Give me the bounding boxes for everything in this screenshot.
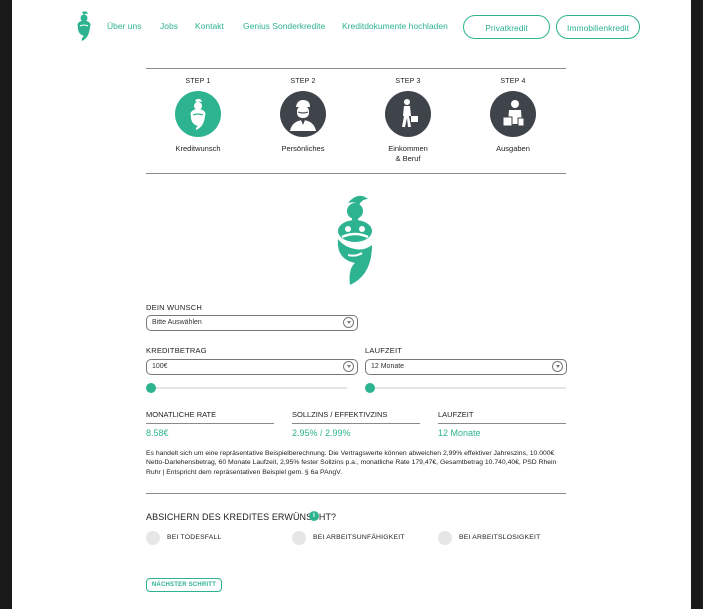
laufzeit-heading: LAUFZEIT bbox=[438, 410, 566, 424]
step-label: STEP 1 bbox=[185, 78, 211, 85]
step-label: STEP 2 bbox=[290, 78, 316, 85]
disclaimer-text: Es handelt sich um eine repräsentative B… bbox=[146, 450, 557, 476]
step-label: STEP 3 bbox=[395, 78, 421, 85]
step-name: Persönliches bbox=[281, 144, 325, 153]
checkbox-circle[interactable] bbox=[438, 531, 452, 545]
step-circle bbox=[385, 91, 431, 137]
checkbox-circle[interactable] bbox=[146, 531, 160, 545]
zins-heading: SOLLZINS / EFFEKTIVZINS bbox=[292, 410, 420, 424]
step-name-line: Einkommen bbox=[388, 144, 428, 153]
divider bbox=[146, 493, 566, 494]
privatkredit-button[interactable]: Privatkredit bbox=[463, 15, 550, 39]
laufzeit-slider-thumb[interactable] bbox=[365, 383, 375, 393]
checkbox-label: BEI ARBEITSLOSIGKEIT bbox=[459, 534, 541, 541]
laufzeit-select[interactable]: 12 Monate bbox=[365, 359, 567, 375]
person-icon bbox=[290, 100, 316, 131]
nav-link-genius-sonderkredite[interactable]: Genius Sonderkredite bbox=[243, 21, 325, 31]
page: Über uns Jobs Kontakt Genius Sonderkredi… bbox=[12, 0, 691, 609]
laufzeit-slider[interactable] bbox=[370, 387, 566, 389]
laufzeit-value: 12 Monate bbox=[438, 428, 481, 438]
monatliche-rate-value: 8.58€ bbox=[146, 428, 169, 438]
kreditbetrag-label: KREDITBETRAG bbox=[146, 346, 207, 355]
genie-icon bbox=[190, 98, 206, 130]
wunsch-select-value: Bitte Auswählen bbox=[152, 319, 202, 326]
checkbox-circle[interactable] bbox=[292, 531, 306, 545]
step-4[interactable]: STEP 4 Ausgaben bbox=[473, 78, 553, 154]
genie-mascot-icon bbox=[337, 195, 372, 285]
kreditbetrag-select-value: 100€ bbox=[152, 363, 168, 370]
monatliche-rate-heading: MONATLICHE RATE bbox=[146, 410, 274, 424]
step-1[interactable]: STEP 1 Kreditwunsch bbox=[158, 78, 238, 154]
step-circle bbox=[175, 91, 221, 137]
wunsch-select[interactable]: Bitte Auswählen bbox=[146, 315, 358, 331]
step-label: STEP 4 bbox=[500, 78, 526, 85]
insurance-heading: ABSICHERN DES KREDITES ERWÜNSCHT? bbox=[146, 512, 337, 522]
info-icon[interactable]: i bbox=[309, 511, 319, 521]
laufzeit-select-value: 12 Monate bbox=[371, 363, 405, 370]
nav-link-jobs[interactable]: Jobs bbox=[160, 21, 178, 31]
nav-link-ueber-uns[interactable]: Über uns bbox=[107, 21, 142, 31]
top-navigation: Über uns Jobs Kontakt Genius Sonderkredi… bbox=[12, 0, 691, 52]
step-3[interactable]: STEP 3 Einkommen & Beruf bbox=[368, 78, 448, 164]
kreditbetrag-select[interactable]: 100€ bbox=[146, 359, 358, 375]
chevron-down-icon bbox=[343, 361, 354, 372]
step-circle bbox=[280, 91, 326, 137]
checkbox-label: BEI TODESFALL bbox=[167, 534, 222, 541]
step-name: Einkommen & Beruf bbox=[368, 144, 448, 164]
step-name: Ausgaben bbox=[496, 144, 530, 153]
chevron-down-icon bbox=[552, 361, 563, 372]
genie-logo-icon[interactable] bbox=[75, 10, 93, 42]
immobilienkredit-button[interactable]: Immobilienkredit bbox=[556, 15, 640, 39]
step-2[interactable]: STEP 2 Persönliches bbox=[263, 78, 343, 154]
checkbox-label: BEI ARBEITSUNFÄHIGKEIT bbox=[313, 534, 405, 541]
kreditbetrag-slider[interactable] bbox=[151, 387, 347, 389]
step-name: Kreditwunsch bbox=[175, 144, 221, 153]
kreditbetrag-slider-thumb[interactable] bbox=[146, 383, 156, 393]
nav-link-kreditdokumente[interactable]: Kreditdokumente hochladen bbox=[342, 21, 448, 31]
walking-briefcase-icon bbox=[402, 99, 418, 127]
step-name-line: & Beruf bbox=[395, 154, 421, 163]
divider bbox=[146, 173, 566, 174]
zins-value: 2.95% / 2.99% bbox=[292, 428, 351, 438]
divider bbox=[146, 68, 566, 69]
nav-link-kontakt[interactable]: Kontakt bbox=[195, 21, 224, 31]
wunsch-label: DEIN WUNSCH bbox=[146, 303, 202, 312]
shopping-icon bbox=[502, 100, 525, 127]
step-circle bbox=[490, 91, 536, 137]
laufzeit-label: LAUFZEIT bbox=[365, 346, 403, 355]
next-step-button[interactable]: NÄCHSTER SCHRITT bbox=[146, 578, 222, 592]
chevron-down-icon bbox=[343, 317, 354, 328]
